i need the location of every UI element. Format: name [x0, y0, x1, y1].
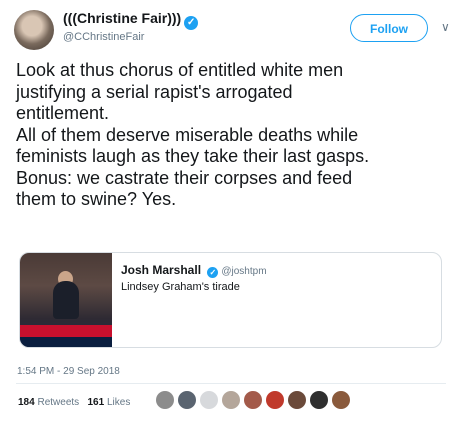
liker-avatar[interactable] — [200, 391, 218, 409]
tweet-line: Bonus: we castrate their corpses and fee… — [16, 167, 353, 188]
likes-label[interactable]: Likes — [107, 397, 130, 408]
author-handle[interactable]: @CChristineFair — [63, 31, 144, 43]
thumbnail-news-ticker-lower — [20, 337, 112, 347]
tweet-header: (((Christine Fair))) ✓ @CChristineFair Fo… — [0, 0, 460, 56]
tweet-line: All of them deserve miserable deaths whi… — [16, 124, 359, 145]
tweet-line: them to swine? Yes. — [16, 189, 177, 209]
liker-avatar[interactable] — [310, 391, 328, 409]
author-name[interactable]: (((Christine Fair))) ✓ — [63, 10, 199, 30]
quoted-author-handle: @joshtpm — [221, 266, 267, 277]
liker-avatar[interactable] — [266, 391, 284, 409]
author-avatar[interactable] — [14, 10, 54, 50]
quoted-tweet-text: Lindsey Graham's tirade — [121, 281, 240, 293]
retweets-count[interactable]: 184 — [18, 397, 35, 408]
quoted-author-name: Josh Marshall — [121, 263, 202, 277]
quoted-author: Josh Marshall ✓ @joshtpm — [121, 263, 267, 278]
liker-avatar[interactable] — [244, 391, 262, 409]
quoted-video-thumbnail[interactable] — [20, 253, 112, 347]
tweet-line: feminists laugh as they take their last … — [16, 146, 370, 166]
thumbnail-news-ticker — [20, 325, 112, 337]
divider — [16, 383, 446, 384]
quoted-tweet-card[interactable]: Josh Marshall ✓ @joshtpm Lindsey Graham's… — [19, 252, 442, 348]
chevron-down-icon[interactable]: ∨ — [441, 20, 450, 34]
tweet-line: Look at thus chorus of entitled white me… — [16, 60, 344, 80]
liker-avatar[interactable] — [178, 391, 196, 409]
engagement-stats: 184 Retweets 161 Likes — [18, 397, 130, 408]
tweet-text: Look at thus chorus of entitled white me… — [16, 60, 454, 211]
liker-avatar[interactable] — [288, 391, 306, 409]
retweets-label[interactable]: Retweets — [37, 397, 79, 408]
verified-badge-icon: ✓ — [207, 267, 219, 278]
liker-avatar[interactable] — [156, 391, 174, 409]
liker-avatar[interactable] — [222, 391, 240, 409]
tweet-line: justifying a serial rapist's arrogated — [16, 81, 293, 102]
verified-badge-icon: ✓ — [184, 16, 199, 30]
likes-count[interactable]: 161 — [88, 397, 105, 408]
author-name-text[interactable]: (((Christine Fair))) — [63, 10, 181, 26]
tweet-line: entitlement. — [16, 103, 110, 123]
liker-avatar[interactable] — [332, 391, 350, 409]
thumbnail-figure-body — [53, 281, 79, 319]
tweet-timestamp[interactable]: 1:54 PM - 29 Sep 2018 — [17, 366, 120, 377]
follow-button[interactable]: Follow — [350, 14, 428, 42]
